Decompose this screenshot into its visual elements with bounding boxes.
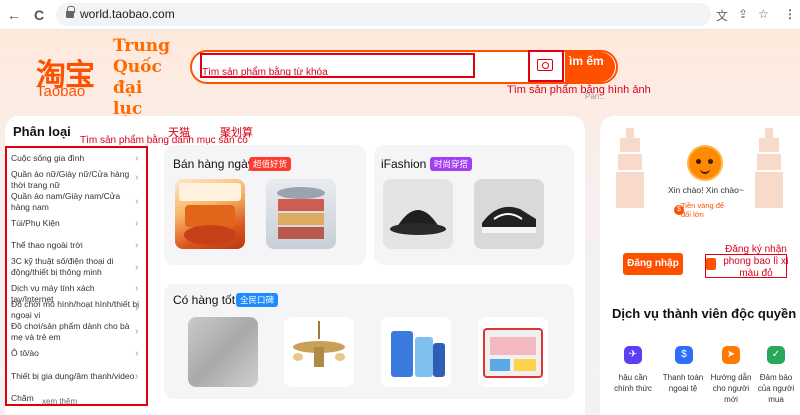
back-icon[interactable]: ← xyxy=(7,6,21,24)
camera-icon xyxy=(537,59,553,71)
category-item[interactable]: Túi/Phụ Kiện xyxy=(11,218,139,229)
service-label-payment[interactable]: Thanh toán ngoại tệ xyxy=(660,372,706,394)
menu-icon[interactable]: ⋮ xyxy=(784,7,796,21)
category-item[interactable]: Quần áo nữ/Giày nữ/Cửa hàng thời trang n… xyxy=(11,169,139,191)
address-bar[interactable]: world.taobao.com xyxy=(56,3,711,26)
service-label-logistics[interactable]: hậu cần chính thức xyxy=(610,372,656,394)
category-item[interactable]: 3C kỹ thuật số/điện thoại di động/thiết … xyxy=(11,256,139,278)
chevron-right-icon: › xyxy=(135,262,139,273)
chandelier-illustration xyxy=(293,321,345,367)
chevron-right-icon: › xyxy=(135,172,139,183)
register-text[interactable]: Đăng ký nhận phong bao lì xì màu đỏ xyxy=(722,244,790,280)
container-illustration xyxy=(277,187,325,239)
category-item[interactable]: Đồ chơi mô hình/hoạt hình/thiết bị ngoại… xyxy=(11,299,139,321)
pagoda-decoration xyxy=(616,128,644,208)
service-label-guide[interactable]: Hướng dẫn cho người mới xyxy=(708,372,754,405)
product-image-bottles[interactable] xyxy=(381,317,451,387)
star-icon[interactable]: ☆ xyxy=(758,7,769,21)
translate-icon[interactable]: 文 xyxy=(716,7,728,24)
daily-deals-badge: 超值好货 xyxy=(249,157,292,171)
service-label-protection[interactable]: Đảm bảo của người mua xyxy=(753,372,799,405)
buyer-protection-icon[interactable]: ✓ xyxy=(767,346,785,364)
payment-icon[interactable]: $ xyxy=(675,346,693,364)
category-item[interactable]: Ô tô/ào xyxy=(11,348,139,359)
guide-icon[interactable]: ➤ xyxy=(722,346,740,364)
reload-icon[interactable]: C xyxy=(34,6,44,24)
search-button[interactable]: ìm ếm xyxy=(565,52,615,82)
sneaker-illustration xyxy=(482,206,536,233)
browser-toolbar: ← C world.taobao.com 文 ⇪ ☆ ⋮ xyxy=(0,0,800,30)
product-image-fabric[interactable] xyxy=(188,317,258,387)
toybox-illustration xyxy=(483,328,543,378)
ifashion-badge: 时尚穿搭 xyxy=(430,157,473,171)
lock-icon xyxy=(66,6,75,19)
good-goods-title: Có hàng tốt xyxy=(173,293,236,307)
bottles-illustration xyxy=(391,331,445,377)
avatar[interactable] xyxy=(687,145,723,181)
category-item[interactable]: Thiết bị gia dụng/âm thanh/video xyxy=(11,371,139,382)
chevron-right-icon: › xyxy=(135,371,139,382)
product-image-sneaker[interactable] xyxy=(474,179,544,249)
category-item[interactable]: Cuộc sống gia đình xyxy=(11,153,139,164)
services-title: Dịch vụ thành viên độc quyền xyxy=(612,306,797,321)
image-search-annotation: Tìm sản phẩm bằng hình ảnh xyxy=(507,84,651,96)
product-image-container[interactable] xyxy=(266,179,336,249)
search-hint: Pán... xyxy=(585,92,606,101)
chevron-right-icon: › xyxy=(135,240,139,251)
snack-illustration xyxy=(179,183,241,245)
greeting-text: Xin chào! Xin chào~ xyxy=(668,185,744,195)
hat-illustration xyxy=(390,210,446,235)
red-envelope-icon xyxy=(706,258,716,270)
daily-deals-title: Bán hàng ngày xyxy=(173,157,254,171)
chevron-right-icon: › xyxy=(135,326,139,337)
chevron-right-icon: › xyxy=(135,283,139,294)
chevron-right-icon: › xyxy=(135,218,139,229)
category-title: Phân loại xyxy=(13,124,71,139)
pagoda-decoration xyxy=(755,128,783,208)
login-button[interactable]: Đăng nhập xyxy=(623,253,683,275)
address-text: world.taobao.com xyxy=(80,7,175,21)
good-goods-badge: 全民口碑 xyxy=(236,293,279,307)
category-item[interactable]: Thể thao ngoài trời xyxy=(11,240,139,251)
logistics-icon[interactable]: ✈ xyxy=(624,346,642,364)
chevron-right-icon: › xyxy=(135,348,139,359)
region-annotation: Trung Quốc đại lục xyxy=(113,36,170,119)
share-icon[interactable]: ⇪ xyxy=(738,7,748,21)
product-image-snack[interactable] xyxy=(175,179,245,249)
category-item[interactable]: Đồ chơi/sản phẩm dành cho bà mẹ và trẻ e… xyxy=(11,321,139,343)
category-item[interactable]: Quần áo nam/Giày nam/Cửa hàng nam xyxy=(11,191,139,213)
product-image-hat[interactable] xyxy=(383,179,453,249)
product-image-toybox[interactable] xyxy=(478,317,548,387)
chevron-right-icon: › xyxy=(135,303,139,314)
search-placeholder: Tìm sản phẩm bằng từ khóa xyxy=(202,67,328,78)
taobao-logo-text[interactable]: Taobao xyxy=(36,83,85,100)
product-image-chandelier[interactable] xyxy=(284,317,354,387)
coin-text[interactable]: Tiền vàng để đổi lớn xyxy=(681,201,736,219)
see-more-link[interactable]: xem thêm xyxy=(42,397,77,406)
chevron-right-icon: › xyxy=(135,153,139,164)
ifashion-title: iFashion xyxy=(381,157,427,171)
chevron-right-icon: › xyxy=(135,196,139,207)
